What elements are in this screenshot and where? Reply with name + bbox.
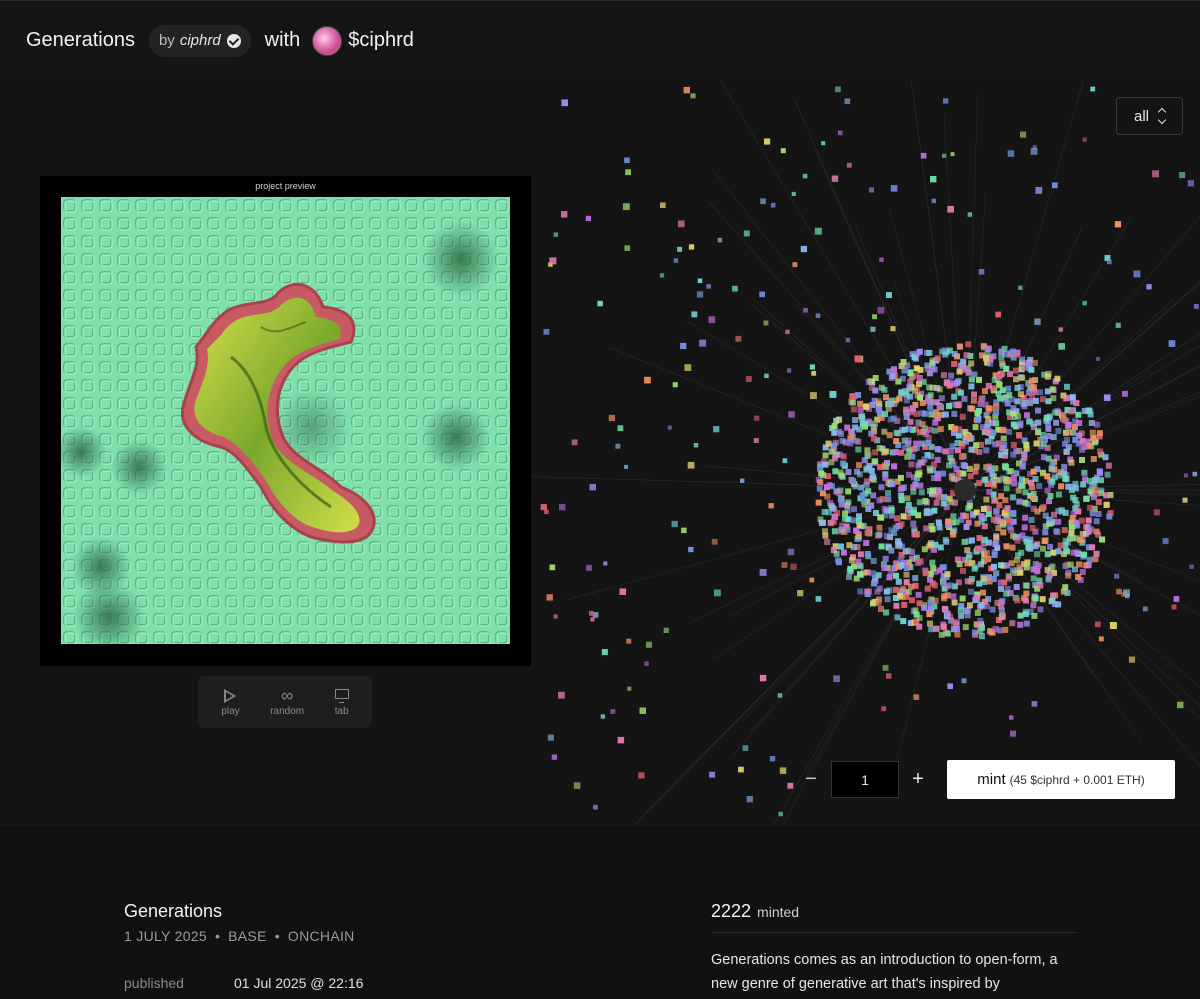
published-label: published <box>124 975 184 991</box>
project-info-section: Generations 1 JULY 2025 • BASE • ONCHAIN… <box>0 825 1200 999</box>
increase-quantity-button[interactable]: + <box>907 766 929 792</box>
token-avatar[interactable] <box>312 25 343 56</box>
project-title-header[interactable]: Generations <box>26 29 135 52</box>
galaxy-canvas[interactable]: all project preview play ∞ random tab − … <box>0 80 1200 825</box>
minted-label: minted <box>757 904 800 920</box>
filter-select[interactable]: all <box>1116 97 1183 135</box>
storage-type: ONCHAIN <box>287 928 355 944</box>
play-button[interactable]: play <box>221 688 240 717</box>
updown-chevron-icon <box>1157 107 1167 125</box>
minted-count-block: 2222 minted <box>711 901 799 922</box>
author-name: ciphrd <box>179 32 221 49</box>
author-pill[interactable]: by ciphrd <box>148 24 251 57</box>
header-bar: Generations by ciphrd with $ciphrd <box>0 0 1200 80</box>
by-prefix: by <box>158 32 175 49</box>
with-label: with <box>264 29 301 51</box>
mint-label: mint <box>977 771 1006 788</box>
chain-name: BASE <box>228 928 267 944</box>
mint-price: (45 $ciphrd + 0.001 ETH) <box>1009 772 1145 787</box>
filter-value: all <box>1133 107 1149 125</box>
monitor-icon <box>334 689 349 703</box>
project-description: Generations comes as an introduction to … <box>711 952 1058 992</box>
minted-count: 2222 <box>711 901 752 921</box>
project-preview-frame: project preview <box>40 176 531 666</box>
token-name[interactable]: $ciphrd <box>348 29 414 52</box>
verified-check-icon <box>226 33 241 48</box>
project-meta: 1 JULY 2025 • BASE • ONCHAIN <box>124 928 355 944</box>
random-button[interactable]: ∞ random <box>270 685 304 717</box>
project-title: Generations <box>124 901 223 921</box>
play-icon <box>224 688 237 703</box>
artwork-image <box>61 197 510 644</box>
divider <box>711 932 1077 933</box>
preview-artwork[interactable] <box>61 197 510 644</box>
infinity-icon: ∞ <box>281 685 294 705</box>
mint-button[interactable]: mint (45 $ciphrd + 0.001 ETH) <box>947 760 1175 799</box>
published-value: 01 Jul 2025 @ 22:16 <box>234 975 364 991</box>
decrease-quantity-button[interactable]: − <box>800 766 822 792</box>
preview-controls: play ∞ random tab <box>198 676 372 728</box>
preview-label: project preview <box>255 181 316 191</box>
quantity-input[interactable] <box>831 761 899 798</box>
release-date: 1 JULY 2025 <box>124 928 207 944</box>
open-tab-button[interactable]: tab <box>334 688 349 717</box>
iteration-thumbnails[interactable] <box>517 80 1200 825</box>
